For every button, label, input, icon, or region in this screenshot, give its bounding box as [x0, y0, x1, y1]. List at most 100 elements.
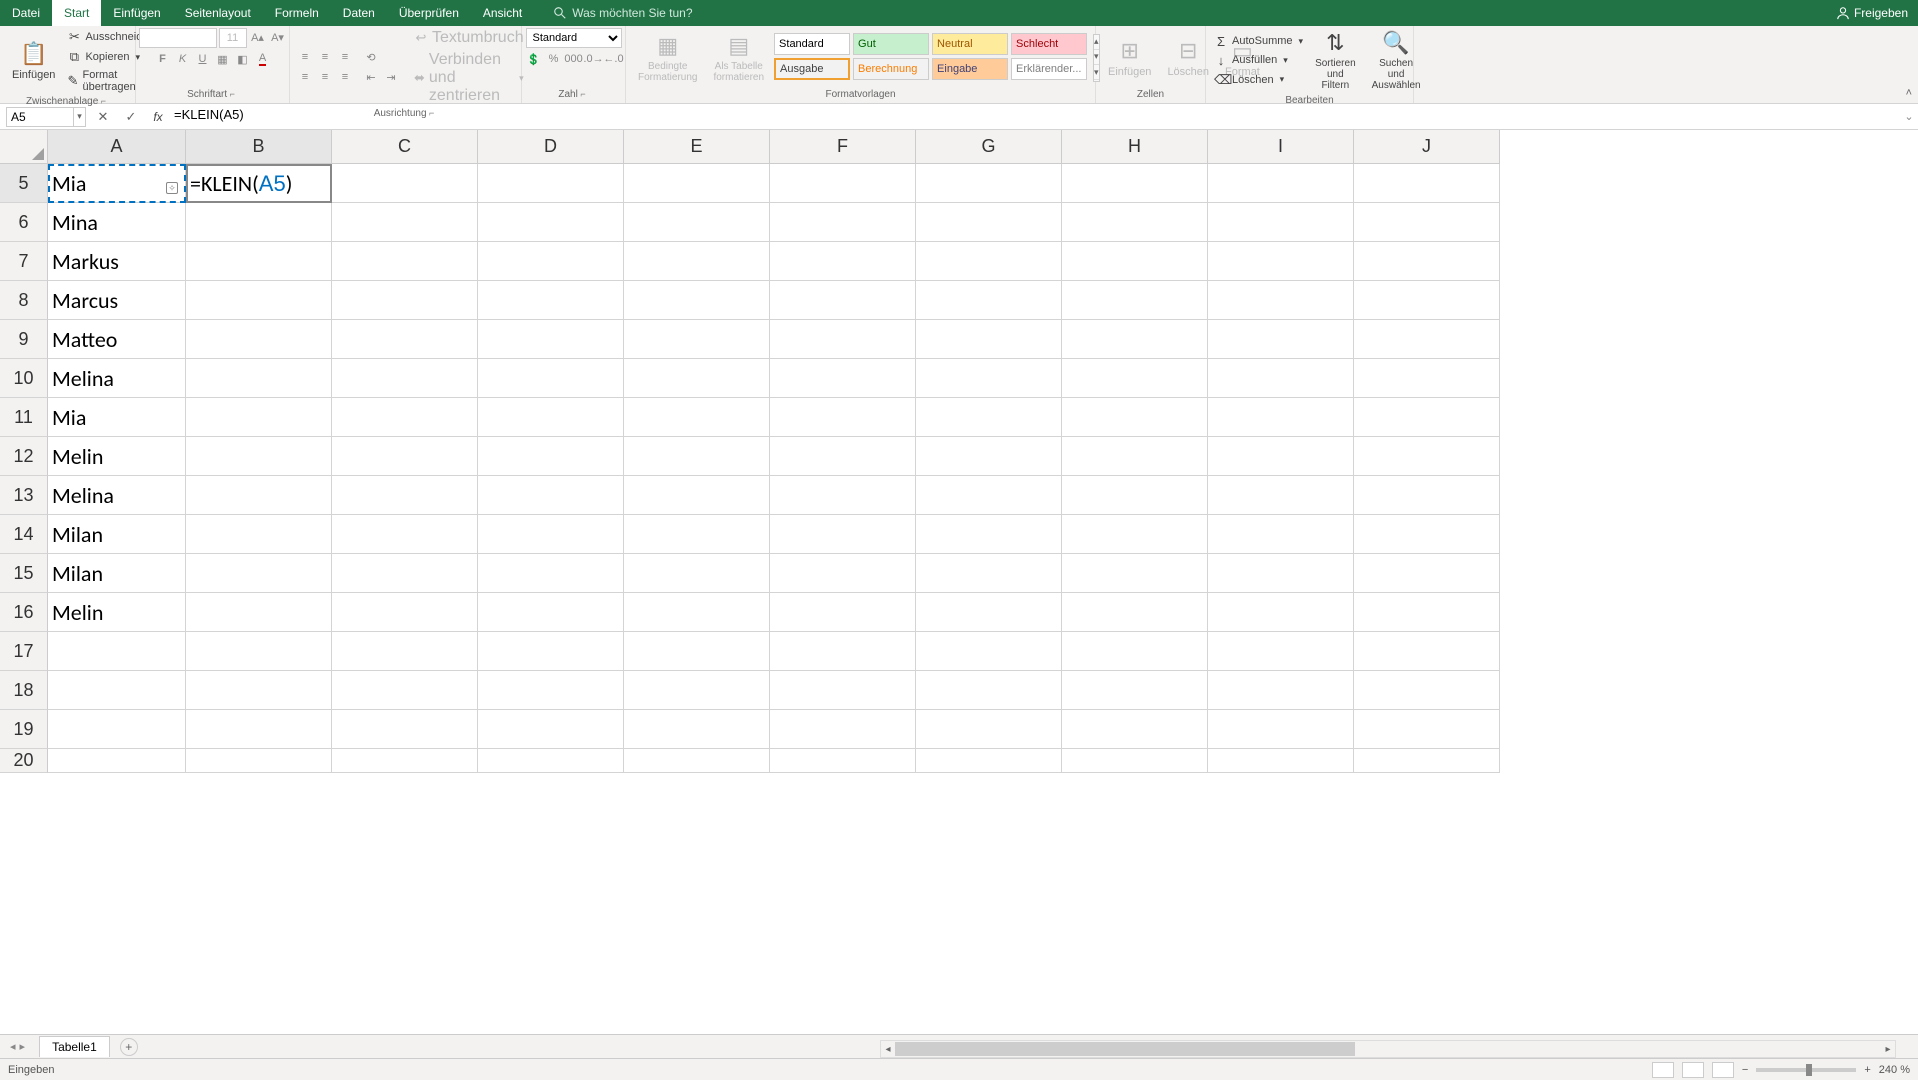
cell[interactable] [1354, 320, 1500, 359]
cell[interactable] [478, 242, 624, 281]
cell[interactable] [770, 476, 916, 515]
cell[interactable] [624, 476, 770, 515]
cell[interactable] [1062, 281, 1208, 320]
cell[interactable] [332, 359, 478, 398]
cell[interactable] [48, 671, 186, 710]
cell[interactable] [770, 749, 916, 773]
row-header[interactable]: 10 [0, 359, 48, 398]
cell-style-option[interactable]: Schlecht [1011, 33, 1087, 55]
cell[interactable] [770, 710, 916, 749]
font-launcher[interactable]: ⌐ [227, 89, 238, 99]
cell[interactable] [1208, 515, 1354, 554]
cell[interactable] [186, 320, 332, 359]
column-header[interactable]: A [48, 130, 186, 164]
cell[interactable] [478, 710, 624, 749]
cell[interactable] [770, 632, 916, 671]
cell[interactable] [1062, 476, 1208, 515]
align-middle-button[interactable]: ≡ [316, 48, 334, 66]
cell-style-option[interactable]: Standard [774, 33, 850, 55]
cell[interactable] [624, 203, 770, 242]
cell[interactable] [1354, 515, 1500, 554]
cell[interactable] [186, 515, 332, 554]
column-header[interactable]: C [332, 130, 478, 164]
cell-style-option[interactable]: Erklärender... [1011, 58, 1087, 80]
clipboard-launcher[interactable]: ⌐ [98, 96, 109, 106]
cell[interactable] [624, 515, 770, 554]
row-header[interactable]: 19 [0, 710, 48, 749]
cell[interactable] [332, 164, 478, 203]
number-launcher[interactable]: ⌐ [578, 89, 589, 99]
cell[interactable] [186, 710, 332, 749]
cell[interactable] [1354, 398, 1500, 437]
cell[interactable] [1062, 593, 1208, 632]
cell[interactable] [1208, 671, 1354, 710]
cell[interactable] [332, 632, 478, 671]
cell[interactable] [624, 671, 770, 710]
column-header[interactable]: B [186, 130, 332, 164]
cell[interactable] [1354, 554, 1500, 593]
cell[interactable] [770, 320, 916, 359]
cell[interactable] [624, 437, 770, 476]
font-size-input[interactable] [219, 28, 247, 48]
cell[interactable] [916, 710, 1062, 749]
cell[interactable]: Melina [48, 359, 186, 398]
cell[interactable] [770, 359, 916, 398]
autosum-button[interactable]: ΣAutoSumme▾ [1212, 33, 1305, 50]
cell[interactable] [186, 242, 332, 281]
cell[interactable] [916, 554, 1062, 593]
cell[interactable] [478, 593, 624, 632]
cell-style-option[interactable]: Berechnung [853, 58, 929, 80]
cell[interactable] [1208, 242, 1354, 281]
cell[interactable] [1354, 749, 1500, 773]
align-left-button[interactable]: ≡ [296, 68, 314, 86]
row-header[interactable]: 5 [0, 164, 48, 203]
underline-button[interactable]: U [194, 50, 212, 68]
cell[interactable] [1208, 320, 1354, 359]
italic-button[interactable]: K [174, 50, 192, 68]
cell[interactable] [332, 671, 478, 710]
column-header[interactable]: G [916, 130, 1062, 164]
cell[interactable] [332, 437, 478, 476]
cell[interactable] [48, 710, 186, 749]
cell[interactable] [1062, 398, 1208, 437]
cell[interactable] [1208, 749, 1354, 773]
cell[interactable]: Melin [48, 437, 186, 476]
zoom-minus[interactable]: − [1742, 1064, 1748, 1076]
cell[interactable] [186, 437, 332, 476]
cell[interactable] [770, 437, 916, 476]
cell[interactable] [1354, 593, 1500, 632]
cell[interactable] [916, 242, 1062, 281]
cell[interactable] [770, 554, 916, 593]
cell[interactable] [1208, 593, 1354, 632]
row-header[interactable]: 9 [0, 320, 48, 359]
orientation-button[interactable]: ⟲ [362, 48, 380, 66]
cell[interactable] [478, 749, 624, 773]
cell-style-option[interactable]: Neutral [932, 33, 1008, 55]
collapse-ribbon-button[interactable]: ˄ [1906, 87, 1912, 99]
cell[interactable] [332, 749, 478, 773]
cell[interactable]: Melina [48, 476, 186, 515]
cell[interactable] [624, 632, 770, 671]
cell[interactable]: Matteo [48, 320, 186, 359]
cell[interactable] [332, 710, 478, 749]
tab-ansicht[interactable]: Ansicht [471, 0, 534, 26]
cell[interactable] [1062, 242, 1208, 281]
cell[interactable]: Marcus [48, 281, 186, 320]
format-as-table-button[interactable]: ▤Als Tabelle formatieren [707, 31, 770, 85]
worksheet-grid[interactable]: ABCDEFGHIJ 567891011121314151617181920 M… [0, 130, 1918, 790]
row-header[interactable]: 11 [0, 398, 48, 437]
cell[interactable] [332, 320, 478, 359]
cell[interactable] [186, 671, 332, 710]
column-header[interactable]: I [1208, 130, 1354, 164]
cell[interactable] [624, 242, 770, 281]
cell[interactable] [1354, 164, 1500, 203]
cell[interactable] [916, 398, 1062, 437]
font-color-button[interactable]: A [254, 50, 272, 68]
cell[interactable] [916, 437, 1062, 476]
expand-formula-bar[interactable]: ⌄ [1900, 110, 1918, 123]
cell[interactable]: Markus [48, 242, 186, 281]
grow-font-button[interactable]: A▴ [249, 28, 267, 46]
cell[interactable] [770, 164, 916, 203]
decrease-decimal-button[interactable]: ←.0 [605, 50, 623, 68]
cell[interactable] [1354, 281, 1500, 320]
